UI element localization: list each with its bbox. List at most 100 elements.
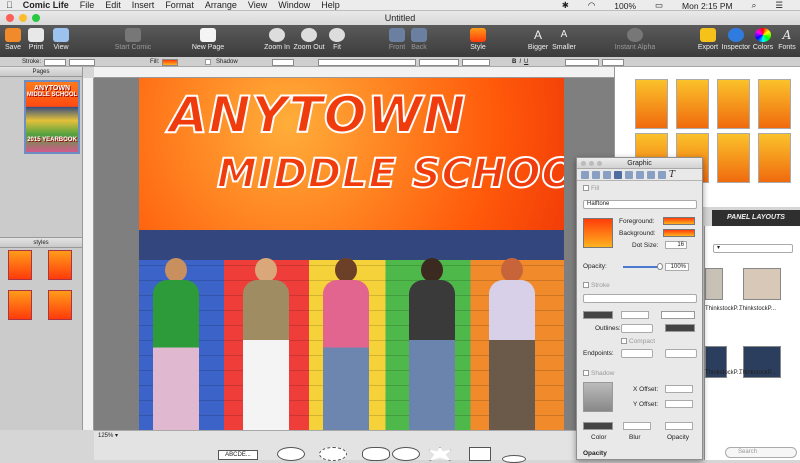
page-thumbnail[interactable]: ANYTOWN MIDDLE SCHOOL 2015 YEARBOOK <box>24 80 80 154</box>
brush-tab-icon[interactable] <box>658 171 666 179</box>
image-source-popup[interactable]: ▾ <box>713 244 793 253</box>
new-page-button[interactable]: New Page <box>190 25 226 57</box>
speech-balloon-object[interactable] <box>392 447 420 461</box>
burst-balloon-object[interactable] <box>429 447 451 461</box>
menu-file[interactable]: File <box>80 0 95 10</box>
graphic-tab-icon[interactable] <box>614 171 622 179</box>
image-thumbnail[interactable] <box>705 268 723 300</box>
battery-icon[interactable]: ▭ <box>655 0 663 11</box>
style-swatch[interactable] <box>8 290 32 320</box>
compact-checkbox[interactable] <box>621 338 627 345</box>
thought-balloon-object[interactable] <box>362 447 390 461</box>
fill-type-popup[interactable]: Halftone <box>583 200 697 209</box>
close-window-button[interactable] <box>6 14 14 22</box>
zoom-out-button[interactable]: Zoom Out <box>292 25 326 57</box>
fill-checkbox[interactable] <box>583 185 589 192</box>
spotlight-icon[interactable]: ⌕ <box>752 0 757 11</box>
shadow-preview[interactable] <box>583 382 613 412</box>
template-thumbnail[interactable] <box>635 79 668 129</box>
page-tab-icon[interactable] <box>581 171 589 179</box>
export-button[interactable]: Export <box>696 25 720 57</box>
stroke-width-field[interactable] <box>621 311 649 319</box>
outlines-popup[interactable] <box>621 324 653 333</box>
minimize-inspector-button[interactable] <box>589 161 594 166</box>
font-style-popup[interactable] <box>419 58 459 66</box>
stroke-width-field[interactable] <box>69 58 96 66</box>
template-thumbnail[interactable] <box>676 79 709 129</box>
shadow-checkbox[interactable] <box>205 59 211 65</box>
bluetooth-icon[interactable]: ✱ <box>562 0 569 11</box>
stroke-join-buttons[interactable] <box>661 311 695 319</box>
shadow-opacity-field[interactable] <box>665 422 693 430</box>
image-tab-icon[interactable] <box>603 171 611 179</box>
panel-object[interactable] <box>469 447 491 461</box>
menu-view[interactable]: View <box>248 0 267 10</box>
zoom-popup[interactable]: 125% ▾ <box>94 430 122 441</box>
background-color-well[interactable] <box>663 229 695 237</box>
caption-object[interactable]: ABCDE... <box>218 450 258 460</box>
menu-insert[interactable]: Insert <box>132 0 155 10</box>
view-button[interactable]: View <box>50 25 72 57</box>
headline-anytown[interactable]: ANYTOWN <box>168 85 466 145</box>
alignment-buttons[interactable] <box>565 58 599 66</box>
panel-layouts-tab[interactable]: PANEL LAYOUTS <box>712 210 800 226</box>
template-thumbnail[interactable] <box>717 133 750 183</box>
speech-balloon-object[interactable] <box>277 447 305 461</box>
print-button[interactable]: Print <box>25 25 47 57</box>
start-endpoint-popup[interactable] <box>621 349 653 358</box>
template-thumbnail[interactable] <box>758 133 791 183</box>
apple-menu-icon[interactable]:  <box>6 0 13 10</box>
end-endpoint-popup[interactable] <box>665 349 697 358</box>
x-offset-field[interactable] <box>665 385 693 393</box>
comic-page[interactable]: ANYTOWN MIDDLE SCHOOL <box>139 78 564 430</box>
minimize-window-button[interactable] <box>19 14 27 22</box>
shadow-color-well[interactable] <box>272 58 294 66</box>
filter-tab-icon[interactable] <box>647 171 655 179</box>
menu-window[interactable]: Window <box>278 0 310 10</box>
image-search-input[interactable]: Search <box>725 447 797 458</box>
foreground-color-well[interactable] <box>663 217 695 225</box>
menu-edit[interactable]: Edit <box>105 0 121 10</box>
stroke-color-well[interactable] <box>583 311 613 319</box>
zoom-inspector-button[interactable] <box>597 161 602 166</box>
shadow-checkbox[interactable] <box>583 370 589 377</box>
stroke-type-popup[interactable] <box>583 294 697 303</box>
bigger-button[interactable]: A Bigger <box>526 25 550 57</box>
fit-button[interactable]: Fit <box>328 25 346 57</box>
lettering-tab-icon[interactable] <box>625 171 633 179</box>
panel-tab-icon[interactable] <box>592 171 600 179</box>
fonts-button[interactable]: A Fonts <box>776 25 798 57</box>
zoom-window-button[interactable] <box>32 14 40 22</box>
opacity-field[interactable]: 100% <box>665 263 689 271</box>
outline-color-well[interactable] <box>665 324 695 332</box>
wifi-icon[interactable]: ◠ <box>588 0 595 11</box>
opacity-slider-thumb[interactable] <box>657 263 663 270</box>
smaller-button[interactable]: A Smaller <box>551 25 577 57</box>
image-thumbnail[interactable] <box>743 268 781 300</box>
bring-front-button[interactable]: Front <box>386 25 408 57</box>
style-swatch[interactable] <box>48 250 72 280</box>
underline-button[interactable]: U <box>524 59 528 65</box>
text-color-well[interactable] <box>602 58 624 66</box>
text-tab-icon[interactable]: T <box>669 171 677 180</box>
instant-alpha-button[interactable]: Instant Alpha <box>613 25 657 57</box>
y-offset-field[interactable] <box>665 400 693 408</box>
send-back-button[interactable]: Back <box>408 25 430 57</box>
start-comic-button[interactable]: Start Comic <box>112 25 154 57</box>
menu-clock[interactable]: Mon 2:15 PM <box>682 1 733 11</box>
app-menu[interactable]: Comic Life <box>23 0 69 10</box>
notification-center-icon[interactable]: ☰ <box>775 0 783 11</box>
opacity-slider[interactable] <box>623 266 659 268</box>
close-inspector-button[interactable] <box>581 161 586 166</box>
battery-percent[interactable]: 100% <box>614 1 636 11</box>
menu-help[interactable]: Help <box>321 0 340 10</box>
shadow-color-well[interactable] <box>583 422 613 430</box>
zoom-in-button[interactable]: Zoom In <box>262 25 292 57</box>
frame-tab-icon[interactable] <box>636 171 644 179</box>
template-thumbnail[interactable] <box>717 79 750 129</box>
colors-button[interactable]: Colors <box>751 25 775 57</box>
style-swatch[interactable] <box>48 290 72 320</box>
shadow-blur-field[interactable] <box>623 422 651 430</box>
font-size-field[interactable] <box>462 58 490 66</box>
inspector-button[interactable]: Inspector <box>721 25 751 57</box>
